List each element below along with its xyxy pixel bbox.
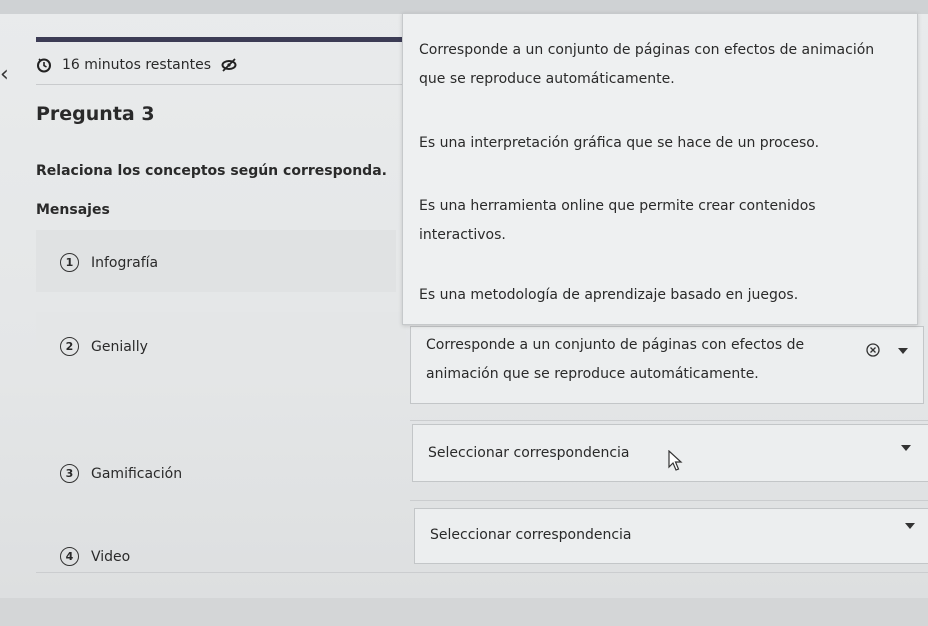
item-number: 1 <box>60 253 79 272</box>
progress-bar <box>36 37 404 42</box>
select-value: Seleccionar correspondencia <box>428 445 630 461</box>
list-item: 3 Gamificación <box>60 464 182 483</box>
select-value: Corresponde a un conjunto de páginas con… <box>426 337 805 382</box>
divider <box>36 572 928 573</box>
question-title: Pregunta 3 <box>36 103 155 125</box>
dropdown-option[interactable]: Es una herramienta online que permite cr… <box>419 192 839 250</box>
item-number: 4 <box>60 547 79 566</box>
page: ‹ 16 minutos restantes Pregunta 3 Relaci… <box>0 0 928 626</box>
dropdown-option[interactable]: Es una metodología de aprendizaje basado… <box>419 281 899 310</box>
item-label: Genially <box>91 338 148 355</box>
match-select-4[interactable]: Seleccionar correspondencia <box>414 508 928 564</box>
clock-icon <box>37 58 51 73</box>
chevron-down-icon[interactable] <box>901 445 911 451</box>
divider <box>410 500 928 501</box>
item-label: Video <box>91 548 131 565</box>
divider <box>36 84 404 85</box>
item-number: 2 <box>60 337 79 356</box>
dropdown-option[interactable]: Es una interpretación gráfica que se hac… <box>419 129 899 158</box>
question-instructions: Relaciona los conceptos según correspond… <box>36 163 387 179</box>
list-item: 4 Video <box>60 547 130 566</box>
item-label: Gamificación <box>91 465 183 482</box>
match-select-2[interactable]: Corresponde a un conjunto de páginas con… <box>410 326 924 404</box>
top-bar <box>0 0 928 14</box>
timer: 16 minutos restantes <box>36 54 237 76</box>
item-label: Infografía <box>91 254 159 271</box>
mouse-cursor-icon <box>668 450 683 471</box>
eye-off-icon[interactable] <box>221 57 237 73</box>
clear-icon[interactable] <box>866 343 880 357</box>
divider <box>410 420 928 421</box>
chevron-down-icon[interactable] <box>905 523 915 529</box>
list-item: 2 Genially <box>60 337 148 356</box>
chevron-down-icon[interactable] <box>898 348 908 354</box>
list-item: 1 Infografía <box>60 253 158 272</box>
timer-text: 16 minutos restantes <box>62 57 212 73</box>
column-header: Mensajes <box>36 202 110 218</box>
back-chevron-icon[interactable]: ‹ <box>0 62 9 88</box>
bottom-bar <box>0 598 928 626</box>
dropdown-option[interactable]: Corresponde a un conjunto de páginas con… <box>419 36 889 94</box>
item-number: 3 <box>60 464 79 483</box>
dropdown-options: Corresponde a un conjunto de páginas con… <box>402 13 918 325</box>
select-value: Seleccionar correspondencia <box>430 527 632 543</box>
